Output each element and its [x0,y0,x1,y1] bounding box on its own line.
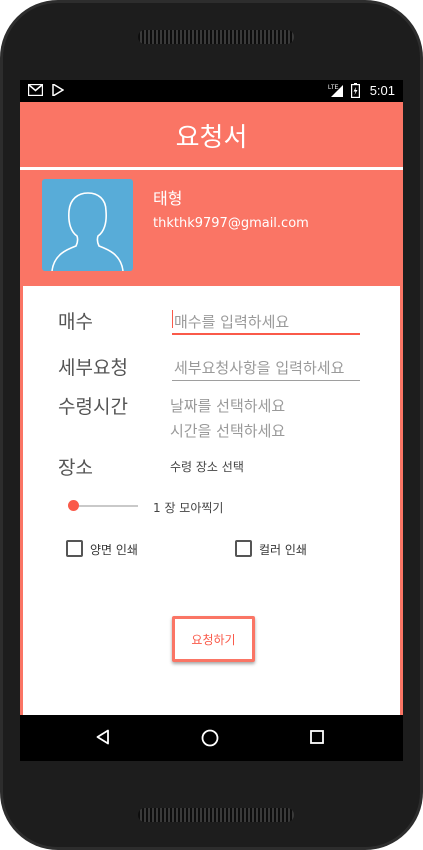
user-email: thkthk9797@gmail.com [153,216,309,231]
svg-text:LTE: LTE [328,85,339,91]
detail-placeholder: 세부요청사항을 입력하세요 [174,359,345,377]
avatar [42,179,133,271]
request-form-card: 매수 매수를 입력하세요 세부요청 세부요청사항을 입력하세요 수령시간 날짜를… [20,283,403,718]
pages-per-sheet-value: 1 장 모아찍기 [153,501,224,515]
back-icon[interactable] [95,729,111,745]
person-silhouette-icon [51,192,124,271]
count-input[interactable]: 매수를 입력하세요 [172,306,362,336]
submit-request-button[interactable]: 요청하기 [172,616,255,662]
app-bar-divider [20,167,403,170]
duplex-label: 양면 인쇄 [90,543,138,557]
app-bar-title: 요청서 [175,122,248,153]
lte-signal-icon: LTE [328,82,344,102]
pages-per-sheet-slider-thumb[interactable] [68,500,79,511]
count-label: 매수 [58,311,93,333]
speaker-grille-top [138,30,294,44]
battery-icon [351,83,361,102]
time-picker-prompt[interactable]: 시간을 선택하세요 [170,420,285,441]
detail-label: 세부요청 [58,357,128,379]
app-screen: LTE 5:01 요청서 태형 thkthk9797@gmail.com 매수 … [20,80,403,761]
color-print-checkbox[interactable] [235,540,252,557]
text-cursor [172,310,173,328]
color-print-label: 컬러 인쇄 [259,543,307,557]
speaker-grille-bottom [138,808,294,822]
place-label: 장소 [58,457,93,479]
pickup-time-label: 수령시간 [58,396,128,418]
place-selector[interactable]: 수령 장소 선택 [170,458,244,475]
home-icon[interactable] [201,729,219,747]
user-name: 태형 [153,189,183,208]
detail-input-underline [172,380,360,381]
recent-apps-icon[interactable] [310,730,324,744]
date-picker-prompt[interactable]: 날짜를 선택하세요 [170,395,285,416]
gmail-icon [27,83,44,100]
duplex-checkbox[interactable] [66,540,83,557]
detail-input[interactable]: 세부요청사항을 입력하세요 [172,352,362,382]
navigation-bar [20,715,403,761]
count-input-underline [172,333,360,335]
status-bar: LTE 5:01 [20,80,403,102]
count-placeholder: 매수를 입력하세요 [174,313,290,331]
clock-time: 5:01 [369,83,395,98]
play-store-icon [52,82,65,100]
